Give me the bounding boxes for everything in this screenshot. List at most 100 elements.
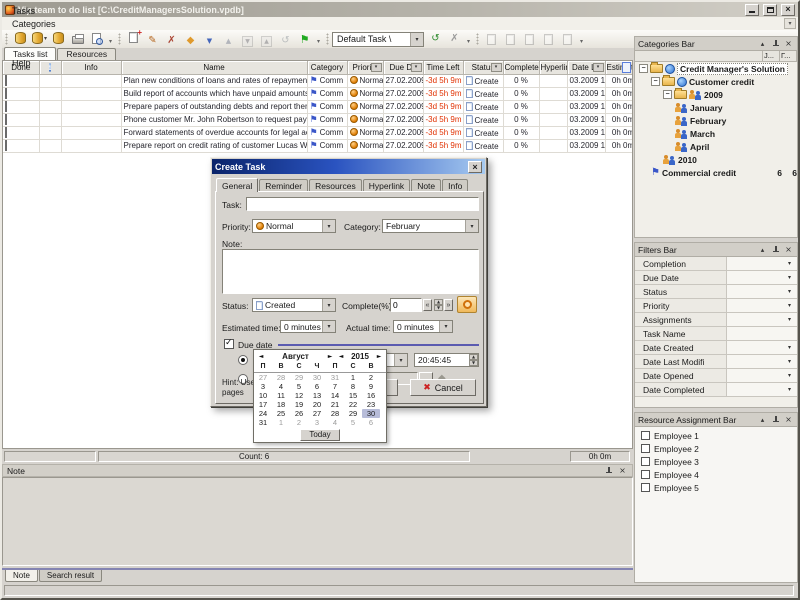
new-database-button[interactable] [11,30,30,46]
resource-checkbox[interactable] [641,431,650,440]
close-icon[interactable]: × [617,465,628,476]
filter-value-combo[interactable]: ▾ [727,341,797,354]
calendar-day[interactable]: 3 [308,418,326,427]
priority-cell[interactable]: Norma [347,126,383,139]
tree-item-credit-manager-s-solution[interactable]: −Credit Manager's Solution66 [635,62,797,75]
bottom-tab-search-result[interactable]: Search result [39,570,102,582]
calendar-day[interactable]: 18 [272,400,290,409]
chevron-down-icon[interactable]: ▾ [465,220,478,232]
toolbar-grip[interactable] [118,33,121,45]
resource-checkbox[interactable] [641,444,650,453]
save-database-button[interactable] [49,30,68,46]
done-checkbox[interactable] [5,127,7,138]
time-left-cell[interactable]: -3d 5h 9m [423,100,463,113]
restore-button[interactable] [763,4,777,16]
estimated-cell[interactable]: 0h 0m [605,74,633,87]
calendar-day[interactable]: 31 [254,418,272,427]
priority-cell[interactable]: Norma [347,113,383,126]
tree-item-march[interactable]: March [635,127,797,140]
chevron-down-icon[interactable]: ▾ [439,321,452,332]
column-header-name[interactable]: Name [121,61,307,74]
category-cell[interactable]: ⚑Comm [307,139,347,152]
calendar-day[interactable]: 30 [308,373,326,382]
today-button[interactable]: Today [300,429,340,441]
close-button[interactable]: × [781,4,795,16]
time-left-cell[interactable]: -3d 5h 9m [423,74,463,87]
close-icon[interactable]: × [783,244,794,255]
toolbar-overflow-button[interactable]: ▾ [314,31,323,47]
name-cell[interactable]: Prepare report on credit rating of custo… [121,139,307,152]
delete-task-button[interactable]: ✗ [162,33,181,49]
tree-item-january[interactable]: January [635,101,797,114]
chevron-down-icon[interactable]: ▾ [322,220,335,232]
due-date-checkbox[interactable] [224,339,234,349]
calendar-day[interactable]: 23 [362,400,380,409]
flag-cell[interactable] [39,139,61,152]
print-preview-button[interactable] [87,31,106,47]
table-row[interactable]: Phone customer Mr. John Robertson to req… [3,113,633,126]
table-row[interactable]: Forward statements of overdue accounts f… [3,126,633,139]
done-checkbox[interactable] [5,88,7,99]
calendar-day[interactable]: 28 [326,409,344,418]
assign-resource-button[interactable]: ◆ [181,33,200,49]
column-header-priority[interactable]: Priority▾ [347,61,383,74]
cancel-button[interactable]: ✖ Cancel [410,379,476,396]
status-cell[interactable]: Create [463,100,503,113]
column-header-complete[interactable]: Complete [503,61,539,74]
info-cell[interactable] [61,139,121,152]
done-cell[interactable] [3,113,39,126]
step-down-button[interactable]: « [423,299,432,311]
info-cell[interactable] [61,74,121,87]
calendar-day[interactable]: 12 [290,391,308,400]
category-cell[interactable]: ⚑Comm [307,126,347,139]
once-radio[interactable] [238,355,248,365]
category-combo[interactable]: February ▾ [382,219,479,233]
toolbar-grip[interactable] [5,33,8,45]
time-left-cell[interactable]: -3d 5h 9m [423,113,463,126]
status-cell[interactable]: Create [463,87,503,100]
calendar-day[interactable]: 27 [254,373,272,382]
chevron-down-icon[interactable]: ▾ [784,301,795,311]
toolbar-grip[interactable] [326,33,329,45]
name-cell[interactable]: Prepare papers of outstanding debts and … [121,100,307,113]
done-checkbox[interactable] [5,101,7,112]
chevron-down-icon[interactable]: ▾ [784,273,795,283]
pin-icon[interactable] [771,415,780,425]
chevron-down-icon[interactable]: ▾ [394,354,407,366]
filter-value-combo[interactable]: ▾ [727,313,797,326]
chevron-down-icon[interactable]: ▾ [322,299,335,311]
filter-value-combo[interactable]: ▾ [727,299,797,312]
dialog-tab-reminder[interactable]: Reminder [259,179,308,191]
hyperlink-cell[interactable] [539,126,567,139]
tree-expander-icon[interactable]: − [663,90,672,99]
done-checkbox[interactable] [5,140,7,151]
calendar-day[interactable]: 4 [272,382,290,391]
tree-item-2010[interactable]: 2010 [635,153,797,166]
pin-icon[interactable] [771,245,780,255]
calendar-day[interactable]: 9 [362,382,380,391]
category-cell[interactable]: ⚑Comm [307,87,347,100]
complete-cell[interactable]: 0 % [503,126,539,139]
calendar-day[interactable]: 22 [344,400,362,409]
complete-cell[interactable]: 0 % [503,87,539,100]
collapse-icon[interactable]: ▴ [757,414,768,425]
edit-task-button[interactable]: ✎ [143,33,162,49]
resource-checkbox[interactable] [641,457,650,466]
done-cell[interactable] [3,87,39,100]
column-header-due-da[interactable]: Due Da▾ [383,61,423,74]
estimated-cell[interactable]: 0h 0m [605,113,633,126]
add-task-button[interactable] [124,29,143,45]
calendar-day[interactable]: 6 [308,382,326,391]
flag-cell[interactable] [39,113,61,126]
due-date-cell[interactable]: 27.02.2009 [383,113,423,126]
info-cell[interactable] [61,113,121,126]
done-cell[interactable] [3,139,39,152]
estimated-cell[interactable]: 0h 0m [605,100,633,113]
open-database-button[interactable]: ▾ [30,30,49,46]
filter-value-combo[interactable] [727,327,797,340]
complete-task-button[interactable]: ⚑ [295,32,314,48]
calendar-day[interactable]: 3 [254,382,272,391]
menu-item-tasks[interactable]: Tasks [6,4,62,17]
hyperlink-cell[interactable] [539,139,567,152]
close-icon[interactable]: × [783,414,794,425]
